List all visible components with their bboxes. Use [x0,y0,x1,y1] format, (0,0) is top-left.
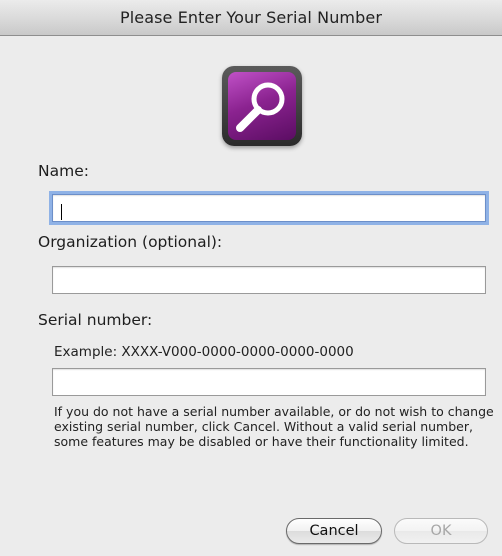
help-text: If you do not have a serial number avail… [54,404,494,449]
ok-button[interactable]: OK [394,518,488,544]
magnifier-glyph [236,82,285,132]
dialog-content: Name: Organization (optional): Serial nu… [0,36,502,556]
text-caret [61,204,62,220]
serial-number-dialog: Please Enter Your Serial Number Name: Or… [0,0,502,556]
name-field[interactable] [52,194,486,222]
name-label: Name: [38,162,89,180]
cancel-button[interactable]: Cancel [286,518,382,544]
window-title: Please Enter Your Serial Number [119,8,382,27]
app-icon-background [228,72,296,140]
serial-example-text: Example: XXXX-V000-0000-0000-0000-0000 [54,344,354,360]
title-bar: Please Enter Your Serial Number [0,0,502,36]
serial-number-field[interactable] [52,368,486,396]
organization-label: Organization (optional): [38,233,223,251]
magnifying-glass-icon [222,66,302,146]
serial-number-label: Serial number: [38,311,153,329]
organization-field[interactable] [52,266,486,294]
